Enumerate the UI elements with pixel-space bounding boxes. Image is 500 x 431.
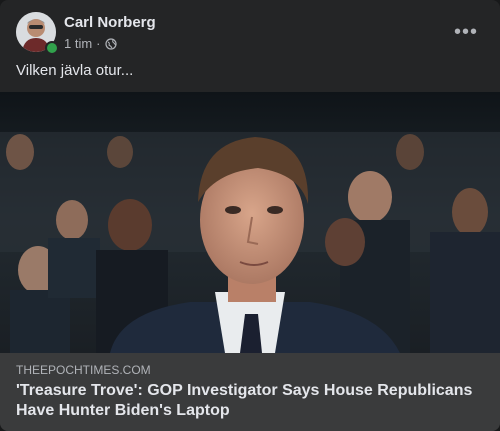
more-horizontal-icon: •••: [453, 20, 478, 43]
author-name[interactable]: Carl Norberg: [64, 14, 156, 31]
online-status-dot: [45, 41, 59, 55]
link-title[interactable]: 'Treasure Trove': GOP Investigator Says …: [16, 381, 484, 421]
post-time[interactable]: 1 tim: [64, 36, 92, 51]
post-card: Carl Norberg 1 tim · ••• Vilken jävla ot…: [0, 0, 500, 431]
post-meta: 1 tim ·: [64, 36, 117, 51]
globe-icon[interactable]: [104, 37, 117, 50]
post-header: Carl Norberg 1 tim · •••: [16, 12, 484, 56]
link-preview-info: THEEPOCHTIMES.COM 'Treasure Trove': GOP …: [0, 353, 500, 431]
more-options-button[interactable]: •••: [448, 14, 484, 50]
link-preview-image: [0, 92, 500, 353]
meta-separator: ·: [96, 36, 101, 51]
post-text: Vilken jävla otur...: [16, 62, 134, 79]
link-preview[interactable]: THEEPOCHTIMES.COM 'Treasure Trove': GOP …: [0, 92, 500, 431]
link-domain: THEEPOCHTIMES.COM: [16, 363, 151, 377]
